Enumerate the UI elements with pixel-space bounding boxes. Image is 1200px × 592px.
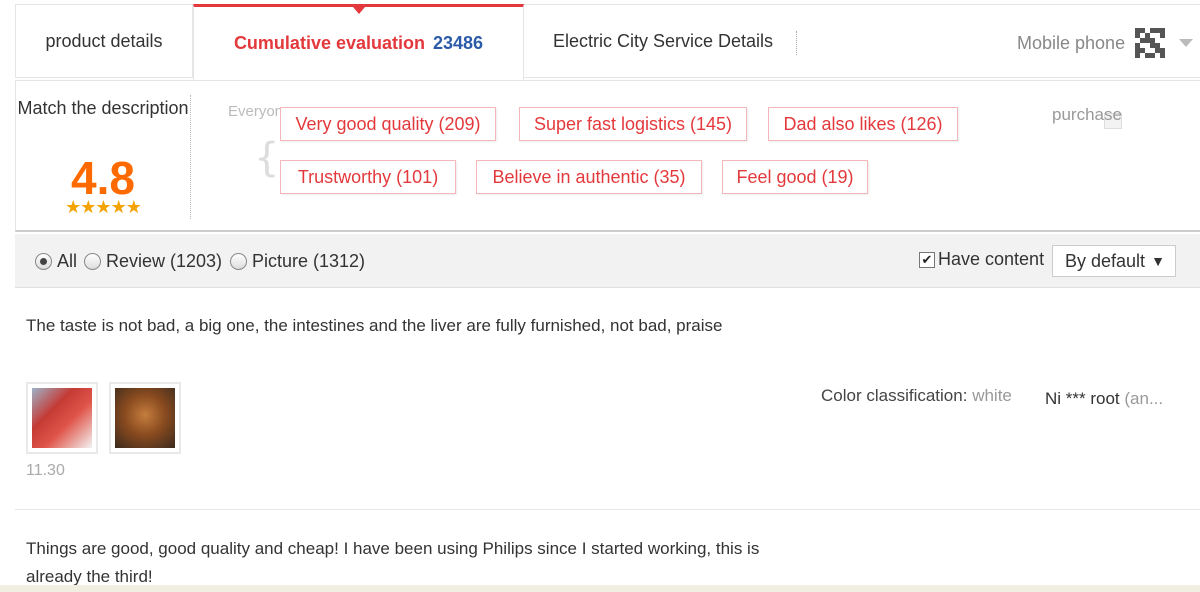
tag-very-good-quality[interactable]: Very good quality (209)	[280, 107, 496, 141]
qr-code-icon	[1135, 28, 1166, 58]
radio-all[interactable]: All	[35, 251, 77, 272]
review-text: The taste is not bad, a big one, the int…	[26, 316, 723, 335]
color-classification-label: Color classification:	[821, 386, 968, 405]
review-divider	[15, 509, 1200, 510]
chevron-down-icon: ▼	[1151, 253, 1165, 269]
purchase-label: purchase	[1052, 105, 1122, 124]
filter-bar: All Review (1203) Picture (1312) ✔ Have …	[15, 234, 1200, 288]
rating-divider	[190, 95, 191, 219]
tag-feel-good[interactable]: Feel good (19)	[722, 160, 868, 194]
checkmark-icon: ✔	[919, 251, 935, 268]
radio-selected-icon	[35, 253, 52, 270]
active-tab-arrow-icon	[352, 7, 365, 14]
tab-product-details-label: product details	[45, 30, 163, 51]
match-description-label: Match the description	[17, 98, 189, 118]
color-classification-value: white	[972, 386, 1012, 405]
tag-super-fast-logistics[interactable]: Super fast logistics (145)	[519, 107, 747, 141]
reviewer-anon-tag: (an...	[1124, 389, 1164, 408]
reviewer-username: Ni *** root	[1045, 389, 1120, 408]
tag-trustworthy[interactable]: Trustworthy (101)	[280, 160, 456, 194]
tab-cumulative-evaluation[interactable]: Cumulative evaluation 23486	[193, 4, 524, 80]
brace-icon: {	[254, 135, 280, 181]
radio-unselected-icon	[230, 253, 247, 270]
sort-label: By default	[1065, 250, 1146, 271]
radio-all-label: All	[57, 251, 78, 271]
radio-review[interactable]: Review (1203)	[84, 251, 222, 272]
tag-believe-in-authentic[interactable]: Believe in authentic (35)	[476, 160, 702, 194]
tag-dad-also-likes[interactable]: Dad also likes (126)	[768, 107, 958, 141]
mobile-phone-label: Mobile phone	[1017, 32, 1126, 53]
tab-bar: product details Cumulative evaluation 23…	[15, 4, 1200, 80]
review-text: Things are good, good quality and cheap!…	[26, 539, 760, 586]
color-classification: Color classification: white	[821, 386, 1012, 406]
radio-unselected-icon	[84, 253, 101, 270]
tab-service-label: Electric City Service Details	[552, 30, 774, 51]
tab-product-details[interactable]: product details	[16, 4, 193, 78]
radio-review-label: Review (1203)	[106, 251, 223, 271]
have-content-label: Have content	[938, 249, 1045, 269]
tab-divider	[796, 31, 797, 55]
review-date: 11.30	[26, 462, 65, 479]
radio-picture[interactable]: Picture (1312)	[230, 251, 365, 272]
rating-summary: Match the description 4.8 ★★★★★ Everyone…	[15, 80, 1200, 232]
page-bottom-strip	[0, 585, 1200, 592]
sort-dropdown[interactable]: By default ▼	[1052, 245, 1176, 277]
everyone-wrote-label: Everyone wrote	[228, 103, 280, 120]
review-photo-thumbnail[interactable]	[26, 382, 98, 454]
review-photo-thumbnail[interactable]	[109, 382, 181, 454]
rating-stars-icon: ★★★★★	[65, 197, 142, 217]
reviewer-name: Ni *** root (an...	[1045, 389, 1163, 409]
mobile-phone-button[interactable]: Mobile phone	[1017, 21, 1194, 65]
review-photo-drink	[32, 388, 92, 448]
tab-service-details[interactable]: Electric City Service Details	[524, 4, 802, 78]
have-content-checkbox[interactable]: ✔ Have content	[919, 249, 1044, 270]
review-photo-roast	[115, 388, 175, 448]
tab-cumulative-label: Cumulative evaluation	[233, 33, 425, 53]
tab-cumulative-count: 23486	[433, 33, 484, 53]
dropdown-triangle-icon	[1179, 39, 1194, 47]
radio-picture-label: Picture (1312)	[252, 251, 366, 271]
